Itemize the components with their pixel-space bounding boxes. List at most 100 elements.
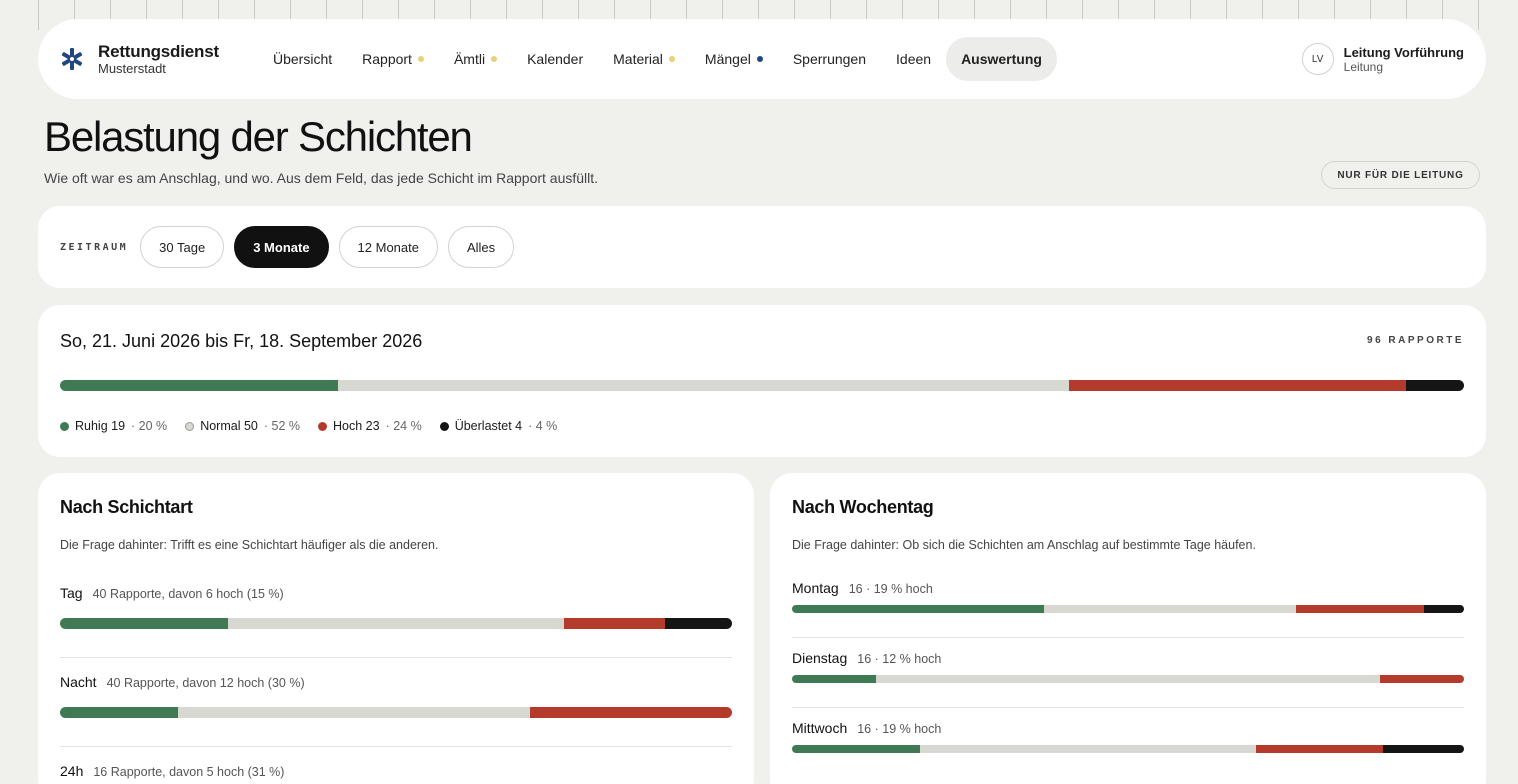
period-filter-card: ZEITRAUM 30 Tage 3 Monate 12 Monate Alles [38, 206, 1486, 288]
row-label: Montag [792, 580, 839, 596]
bar-segment-normal [177, 707, 531, 718]
legend-label: Überlastet 4 [454, 419, 523, 433]
legend-dot [318, 421, 327, 431]
bar-segment-hoch [1069, 380, 1406, 391]
bar-segment-hoch [1296, 605, 1424, 613]
notification-dot [756, 56, 763, 62]
row-stacked-bar [792, 605, 1464, 613]
legend-percent: · 4 % [528, 419, 558, 433]
nav-item-rapport[interactable]: Rapport [347, 37, 439, 81]
row-stacked-bar [60, 707, 732, 718]
row-label: Mittwoch [792, 720, 848, 736]
nav-item-label: Mängel [704, 51, 751, 67]
leadership-only-badge: NUR FÜR DIE LEITUNG [1321, 161, 1480, 189]
brand-name: Rettungsdienst [98, 41, 219, 61]
legend-label: Hoch 23 [333, 419, 380, 433]
breakdown-row-montag: Montag 16 · 19 % hoch [792, 580, 1464, 638]
period-option-3-monate[interactable]: 3 Monate [234, 226, 329, 268]
page-title: Belastung der Schichten [44, 113, 473, 160]
bar-segment-hoch [564, 618, 665, 629]
legend-label: Normal 50 [200, 419, 258, 433]
breakdown-row-mittwoch: Mittwoch 16 · 19 % hoch [792, 720, 1464, 753]
nav-item-auswertung[interactable]: Auswertung [946, 37, 1057, 81]
star-of-life-icon [61, 48, 83, 70]
nav-item-label: Übersicht [273, 51, 333, 67]
nav-item-label: Auswertung [961, 51, 1042, 67]
user-role: Leitung [1343, 59, 1384, 74]
notification-dot [668, 56, 675, 62]
bar-segment-hoch [530, 707, 732, 718]
nav-item-material[interactable]: Material [598, 37, 690, 81]
nav-item-uebersicht[interactable]: Übersicht [258, 37, 347, 81]
nav-item-maengel[interactable]: Mängel [690, 37, 778, 81]
breakdown-row-nacht: Nacht 40 Rapporte, davon 12 hoch (30 %) [60, 674, 732, 747]
nav-item-label: Ämtli [453, 51, 486, 67]
user-menu[interactable]: LV Leitung Vorführung Leitung [1301, 43, 1464, 75]
bar-segment-ruhig [792, 745, 920, 753]
bar-segment-normal [919, 745, 1256, 753]
report-count: 96 RAPPORTE [1367, 335, 1464, 346]
row-stacked-bar [60, 618, 732, 629]
bar-segment-normal [1044, 605, 1296, 613]
row-divider [60, 657, 732, 658]
legend-item-ueberlastet: Überlastet 4 · 4 % [439, 419, 558, 433]
nav-item-ideen[interactable]: Ideen [881, 37, 946, 81]
period-option-12-monate[interactable]: 12 Monate [338, 226, 438, 268]
row-divider [60, 746, 732, 747]
legend-dot [60, 421, 69, 431]
bar-segment-ruhig [792, 605, 1044, 613]
bar-segment-ruhig [60, 380, 338, 391]
row-stacked-bar [792, 745, 1464, 753]
row-meta: 16 · 19 % hoch [848, 582, 933, 596]
row-label: Tag [60, 585, 83, 601]
nav-item-label: Sperrungen [792, 51, 867, 67]
period-range-text: So, 21. Juni 2026 bis Fr, 18. September … [60, 331, 423, 351]
row-meta: 40 Rapporte, davon 12 hoch (30 %) [106, 676, 305, 690]
row-label: Dienstag [792, 650, 848, 666]
bar-segment-ueberlastet [1405, 380, 1464, 391]
nav-item-kalender[interactable]: Kalender [512, 37, 598, 81]
bar-segment-normal [228, 618, 564, 629]
breakdown-row-dienstag: Dienstag 16 · 12 % hoch [792, 650, 1464, 708]
avatar: LV [1301, 43, 1334, 75]
period-option-30-tage[interactable]: 30 Tage [140, 226, 225, 268]
by-shift-type-panel: Nach Schichtart Die Frage dahinter: Trif… [38, 473, 754, 784]
legend-percent: · 24 % [385, 419, 422, 433]
brand-location: Musterstadt [98, 60, 166, 76]
bar-segment-ueberlastet [1383, 745, 1464, 753]
summary-legend: Ruhig 19 · 20 % Normal 50 · 52 % Hoch 23 · 24… [60, 419, 557, 433]
row-stacked-bar [792, 675, 1464, 683]
bar-segment-hoch [1380, 675, 1464, 683]
summary-stacked-bar [60, 380, 1464, 391]
row-meta: 40 Rapporte, davon 6 hoch (15 %) [92, 587, 284, 601]
row-meta: 16 · 19 % hoch [857, 722, 942, 736]
by-weekday-panel: Nach Wochentag Die Frage dahinter: Ob si… [770, 473, 1486, 784]
legend-item-hoch: Hoch 23 · 24 % [318, 419, 422, 433]
period-option-alles[interactable]: Alles [447, 226, 515, 268]
bar-segment-ruhig [60, 618, 228, 629]
row-label: Nacht [60, 674, 97, 690]
panel-title: Nach Schichtart [60, 497, 193, 517]
bar-segment-ruhig [60, 707, 178, 718]
period-label: ZEITRAUM [60, 241, 129, 253]
row-meta: 16 Rapporte, davon 5 hoch (31 %) [93, 765, 285, 779]
panel-subtitle: Die Frage dahinter: Trifft es eine Schic… [60, 538, 439, 552]
legend-item-normal: Normal 50 · 52 % [185, 419, 300, 433]
bar-segment-normal [876, 675, 1380, 683]
row-meta: 16 · 12 % hoch [857, 652, 942, 666]
page-subtitle: Wie oft war es am Anschlag, und wo. Aus … [44, 170, 599, 186]
panel-title: Nach Wochentag [792, 497, 934, 517]
main-nav: Übersicht Rapport Ämtli Kalender Material Män… [258, 37, 1057, 81]
nav-item-aemtli[interactable]: Ämtli [439, 37, 512, 81]
breakdown-row-24h: 24h 16 Rapporte, davon 5 hoch (31 %) [60, 763, 732, 779]
user-name: Leitung Vorführung [1343, 44, 1464, 60]
nav-item-label: Kalender [527, 51, 584, 67]
nav-item-sperrungen[interactable]: Sperrungen [778, 37, 881, 81]
legend-item-ruhig: Ruhig 19 · 20 % [60, 419, 167, 433]
nav-item-label: Ideen [896, 51, 932, 67]
legend-percent: · 20 % [131, 419, 168, 433]
notification-dot [417, 56, 424, 62]
brand[interactable]: Rettungsdienst Musterstadt [60, 41, 258, 76]
summary-card: So, 21. Juni 2026 bis Fr, 18. September … [38, 305, 1486, 457]
top-navigation-bar: Rettungsdienst Musterstadt Übersicht Rapp… [38, 19, 1486, 99]
